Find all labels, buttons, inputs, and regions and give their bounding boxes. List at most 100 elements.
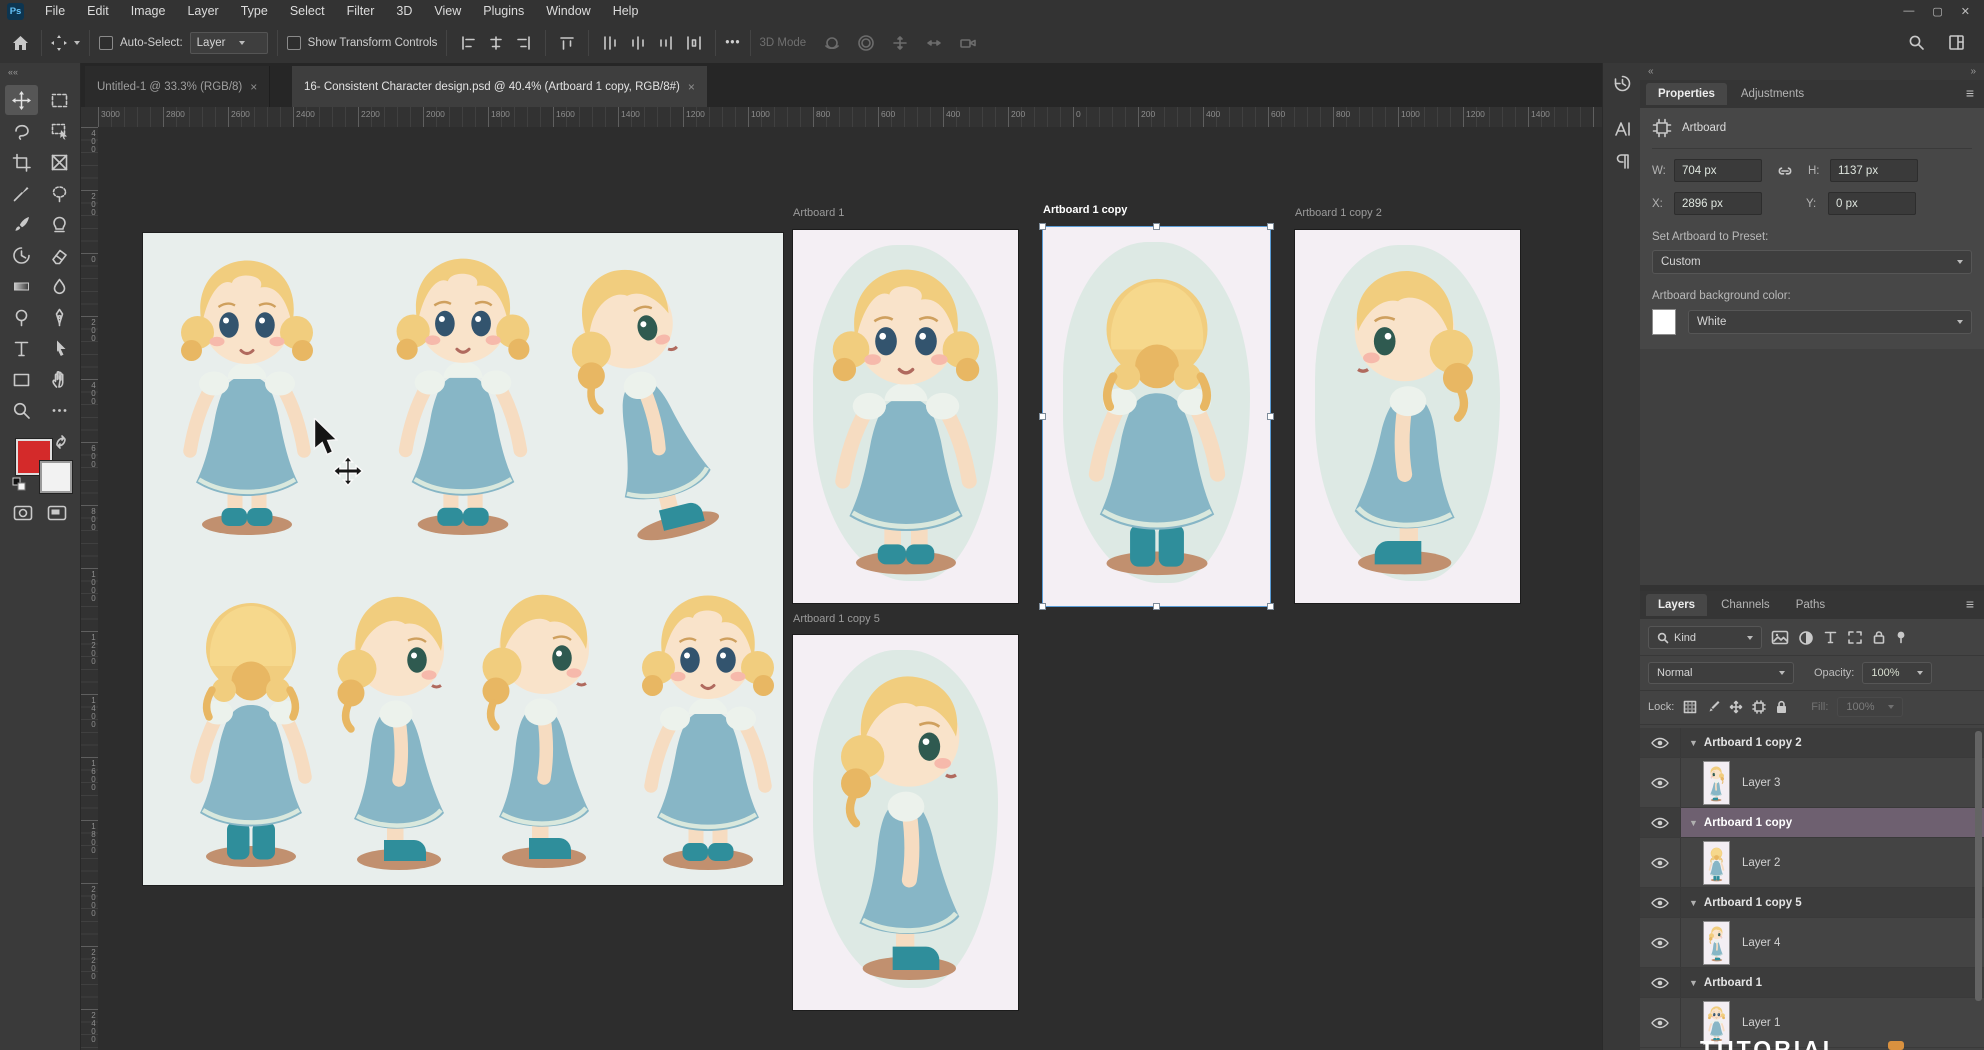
tab-paths[interactable]: Paths bbox=[1784, 594, 1837, 616]
chevron-down-icon[interactable]: ▼ bbox=[1689, 818, 1698, 828]
visibility-toggle[interactable] bbox=[1640, 758, 1681, 807]
healing-brush-tool[interactable] bbox=[43, 178, 76, 208]
transform-handle-bottom-left[interactable] bbox=[1039, 603, 1046, 610]
distribute-left-icon[interactable] bbox=[598, 32, 622, 54]
filter-smart-object-icon[interactable] bbox=[1872, 630, 1886, 645]
filter-toggle-icon[interactable] bbox=[1895, 630, 1907, 645]
filter-adjustment-icon[interactable] bbox=[1798, 630, 1814, 646]
distribute-center-icon[interactable] bbox=[626, 32, 650, 54]
brush-tool[interactable] bbox=[5, 209, 38, 239]
align-right-icon[interactable] bbox=[512, 32, 536, 54]
type-tool[interactable] bbox=[5, 333, 38, 363]
blend-mode-dropdown[interactable]: Normal bbox=[1648, 662, 1794, 684]
artboard-1-copy[interactable] bbox=[1043, 227, 1270, 606]
eraser-tool[interactable] bbox=[43, 240, 76, 270]
visibility-toggle[interactable] bbox=[1640, 918, 1681, 967]
visibility-toggle[interactable] bbox=[1640, 838, 1681, 887]
layer-row-layer-4[interactable]: Layer 4 bbox=[1640, 918, 1984, 968]
layer-row-artboard-1-copy-2[interactable]: ▼ Artboard 1 copy 2 bbox=[1640, 728, 1984, 758]
move-tool-preset[interactable] bbox=[51, 35, 80, 51]
collapse-panel-icon[interactable]: «« bbox=[0, 63, 80, 85]
auto-select-target-dropdown[interactable]: Layer bbox=[190, 32, 268, 54]
object-selection-tool[interactable] bbox=[43, 116, 76, 146]
show-transform-checkbox[interactable] bbox=[287, 36, 301, 50]
y-field[interactable]: 0 px bbox=[1828, 192, 1916, 215]
canvas-area[interactable]: Artboard 1 Artboard 1 copy Artboard 1 co… bbox=[98, 127, 1602, 1050]
collapse-panel-right-icon[interactable]: » bbox=[1970, 66, 1976, 77]
visibility-toggle[interactable] bbox=[1640, 808, 1681, 837]
document-tab-untitled[interactable]: Untitled-1 @ 33.3% (RGB/8) × bbox=[85, 66, 270, 107]
artboard-1-copy-5[interactable] bbox=[793, 635, 1018, 1010]
reference-image[interactable] bbox=[143, 233, 783, 885]
document-tab-character-design[interactable]: 16- Consistent Character design.psd @ 40… bbox=[292, 66, 707, 107]
auto-select-checkbox[interactable] bbox=[99, 36, 113, 50]
menu-item[interactable]: Plugins bbox=[472, 4, 535, 18]
quick-mask-icon[interactable] bbox=[13, 505, 33, 521]
filter-pixel-icon[interactable] bbox=[1771, 630, 1789, 645]
lock-pixels-icon[interactable] bbox=[1706, 700, 1720, 714]
close-button[interactable]: ✕ bbox=[1961, 5, 1970, 18]
menu-item[interactable]: Select bbox=[279, 4, 336, 18]
layer-row-artboard-1[interactable]: ▼ Artboard 1 bbox=[1640, 968, 1984, 998]
menu-item[interactable]: Help bbox=[602, 4, 650, 18]
crop-tool[interactable] bbox=[5, 147, 38, 177]
lasso-tool[interactable] bbox=[5, 116, 38, 146]
default-colors-icon[interactable] bbox=[12, 477, 26, 491]
menu-item[interactable]: Window bbox=[535, 4, 601, 18]
gradient-tool[interactable] bbox=[5, 271, 38, 301]
layer-row-artboard-1-copy-5[interactable]: ▼ Artboard 1 copy 5 bbox=[1640, 888, 1984, 918]
background-color-dropdown[interactable]: White bbox=[1688, 310, 1972, 334]
visibility-toggle[interactable] bbox=[1640, 998, 1681, 1047]
layer-row-artboard-1-copy[interactable]: ▼ Artboard 1 copy bbox=[1640, 808, 1984, 838]
menu-item[interactable]: Layer bbox=[176, 4, 229, 18]
screen-mode-icon[interactable] bbox=[47, 505, 67, 521]
layer-row-layer-3[interactable]: Layer 3 bbox=[1640, 758, 1984, 808]
filter-type-icon[interactable] bbox=[1823, 630, 1838, 645]
chevron-down-icon[interactable]: ▼ bbox=[1689, 898, 1698, 908]
filter-kind-dropdown[interactable]: Kind bbox=[1648, 626, 1762, 649]
blur-tool[interactable] bbox=[43, 271, 76, 301]
align-left-icon[interactable] bbox=[456, 32, 480, 54]
lock-position-icon[interactable] bbox=[1729, 700, 1743, 714]
tab-adjustments[interactable]: Adjustments bbox=[1729, 83, 1816, 105]
layers-scrollbar[interactable] bbox=[1975, 731, 1982, 1001]
width-field[interactable]: 704 px bbox=[1674, 159, 1762, 182]
visibility-toggle[interactable] bbox=[1640, 728, 1681, 757]
more-options-icon[interactable]: ••• bbox=[725, 37, 740, 49]
layer-row-layer-2[interactable]: Layer 2 bbox=[1640, 838, 1984, 888]
transform-handle-bottom-mid[interactable] bbox=[1153, 603, 1160, 610]
character-panel-icon[interactable] bbox=[1609, 117, 1635, 141]
dodge-tool[interactable] bbox=[5, 302, 38, 332]
maximize-button[interactable]: ▢ bbox=[1932, 5, 1942, 18]
swap-colors-icon[interactable] bbox=[54, 435, 69, 449]
distribute-spacing-icon[interactable] bbox=[682, 32, 706, 54]
opacity-dropdown[interactable]: 100% bbox=[1862, 662, 1932, 684]
chevron-down-icon[interactable]: ▼ bbox=[1689, 738, 1698, 748]
history-brush-tool[interactable] bbox=[5, 240, 38, 270]
align-top-icon[interactable] bbox=[555, 32, 579, 54]
background-color-swatch[interactable] bbox=[40, 461, 72, 493]
background-color-swatch-field[interactable] bbox=[1652, 309, 1676, 335]
clone-stamp-tool[interactable] bbox=[43, 209, 76, 239]
layer-thumbnail[interactable] bbox=[1703, 921, 1730, 965]
rectangle-tool[interactable] bbox=[5, 364, 38, 394]
workspace-switcher-icon[interactable] bbox=[1944, 32, 1968, 54]
collapse-panel-left-icon[interactable]: « bbox=[1648, 66, 1654, 77]
tab-close-icon[interactable]: × bbox=[688, 80, 695, 94]
artboard-1[interactable] bbox=[793, 230, 1018, 603]
distribute-right-icon[interactable] bbox=[654, 32, 678, 54]
transform-handle-mid-right[interactable] bbox=[1267, 413, 1274, 420]
home-icon[interactable] bbox=[8, 32, 32, 54]
transform-handle-top-right[interactable] bbox=[1267, 223, 1274, 230]
menu-item[interactable]: Edit bbox=[76, 4, 120, 18]
zoom-tool[interactable] bbox=[5, 395, 38, 425]
marquee-tool[interactable] bbox=[43, 85, 76, 115]
transform-handle-mid-left[interactable] bbox=[1039, 413, 1046, 420]
artboard-label-1-copy-5[interactable]: Artboard 1 copy 5 bbox=[793, 613, 880, 625]
eyedropper-tool[interactable] bbox=[5, 178, 38, 208]
lock-all-icon[interactable] bbox=[1775, 700, 1788, 714]
lock-transparency-icon[interactable] bbox=[1683, 700, 1697, 714]
hand-tool[interactable] bbox=[43, 364, 76, 394]
artboard-label-1-copy-2[interactable]: Artboard 1 copy 2 bbox=[1295, 207, 1382, 219]
align-center-h-icon[interactable] bbox=[484, 32, 508, 54]
